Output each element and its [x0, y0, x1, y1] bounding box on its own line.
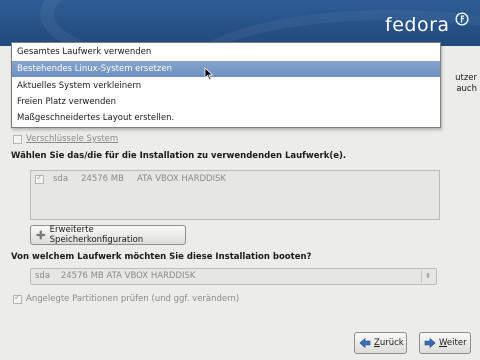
- drive-checkbox[interactable]: ✓: [35, 172, 44, 184]
- check-icon: ✓: [36, 172, 43, 182]
- checkbox-box: [13, 134, 22, 144]
- next-button[interactable]: Weiter: [419, 332, 471, 354]
- partition-layout-dropdown[interactable]: Gesamtes Laufwerk verwenden Bestehendes …: [11, 42, 441, 128]
- drive-selection-heading: Wählen Sie das/die für die Installation …: [11, 151, 347, 161]
- updown-arrow-icon: ⬍: [421, 270, 434, 283]
- advanced-storage-label: Erweiterte Speicherkonfiguration: [49, 225, 144, 245]
- header-banner: fedora: [0, 0, 480, 46]
- boot-drive-value: sda 24576 MB ATA VBOX HARDDISK: [35, 271, 196, 281]
- drive-name: sda: [53, 174, 69, 184]
- drive-model: ATA VBOX HARDDISK: [137, 174, 227, 184]
- arrow-right-icon: [424, 337, 436, 349]
- drive-size: 24576 MB: [81, 174, 124, 184]
- back-button[interactable]: Zurück: [354, 332, 407, 354]
- background-text-partial: utzer: [455, 73, 477, 83]
- dropdown-option-shrink-system[interactable]: Aktuelles System verkleinern: [12, 78, 440, 94]
- arrow-left-icon: [359, 337, 371, 349]
- dropdown-option-use-free-space[interactable]: Freien Platz verwenden: [12, 94, 440, 110]
- background-text-partial: auch: [456, 84, 477, 94]
- boot-drive-select[interactable]: sda 24576 MB ATA VBOX HARDDISK ⬍: [30, 268, 437, 285]
- review-partitions-label: Angelegte Partitionen prüfen (und ggf. v…: [26, 294, 240, 304]
- check-icon: ✓: [14, 292, 21, 302]
- dropdown-option-use-entire-drive[interactable]: Gesamtes Laufwerk verwenden: [12, 44, 440, 60]
- back-button-label: Zurück: [374, 338, 404, 348]
- dropdown-option-custom-layout[interactable]: Maßgeschneidertes Layout erstellen.: [12, 110, 440, 126]
- encrypt-system-label: Verschlüssele System: [26, 134, 119, 144]
- drive-row-sda[interactable]: ✓ sda 24576 MB ATA VBOX HARDDISK: [35, 172, 227, 184]
- dropdown-option-replace-linux[interactable]: Bestehendes Linux-System ersetzen: [12, 61, 440, 77]
- plus-icon: [36, 230, 46, 240]
- advanced-storage-button[interactable]: Erweiterte Speicherkonfiguration: [30, 225, 186, 245]
- checkbox-box: ✓: [13, 292, 22, 304]
- fedora-infinity-icon: [455, 12, 469, 26]
- encrypt-system-checkbox[interactable]: Verschlüssele System: [13, 134, 118, 144]
- next-button-label: Weiter: [439, 338, 467, 348]
- boot-drive-heading: Von welchem Laufwerk möchten Sie diese I…: [11, 252, 312, 262]
- mouse-cursor-icon: [204, 67, 214, 81]
- review-partitions-checkbox[interactable]: ✓ Angelegte Partitionen prüfen (und ggf.…: [13, 292, 240, 304]
- fedora-wordmark: fedora: [385, 14, 450, 36]
- drive-list[interactable]: ✓ sda 24576 MB ATA VBOX HARDDISK: [30, 170, 440, 220]
